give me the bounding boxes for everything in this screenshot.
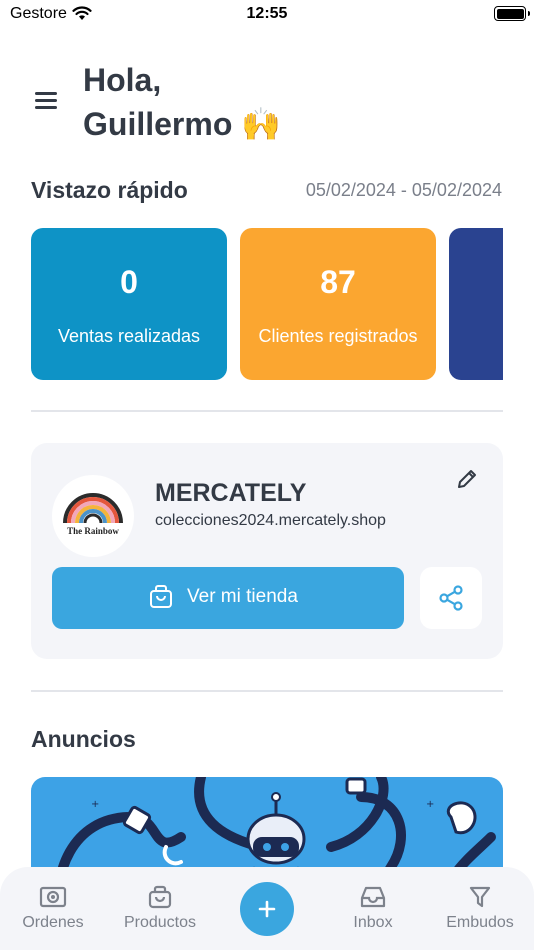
divider [31, 410, 503, 412]
edit-store-button[interactable] [455, 467, 481, 493]
nav-label-funnels: Embudos [446, 914, 514, 931]
nav-label-orders: Ordenes [22, 914, 84, 931]
quick-view-title: Vistazo rápido [31, 177, 188, 203]
logo-text: The Rainbow [67, 526, 119, 536]
store-logo: The Rainbow [52, 475, 134, 557]
nav-item-orders[interactable]: Ordenes [18, 885, 88, 932]
store-url: colecciones2024.mercately.shop [155, 512, 386, 529]
add-button[interactable] [240, 882, 294, 936]
battery-icon [494, 6, 530, 21]
nav-item-products[interactable]: Productos [118, 885, 202, 932]
share-store-button[interactable] [420, 567, 482, 629]
customers-count: 87 [320, 264, 356, 300]
store-card: The Rainbow MERCATELY colecciones2024.me… [31, 443, 503, 659]
stat-card-customers[interactable]: 87 Clientes registrados [240, 228, 436, 380]
announcements-title: Anuncios [31, 726, 136, 752]
date-range-picker[interactable]: 05/02/2024 - 05/02/2024 [306, 180, 502, 201]
clock: 12:55 [246, 5, 288, 22]
view-store-button[interactable]: Ver mi tienda [52, 567, 404, 629]
stats-carousel[interactable]: 0 Ventas realizadas 87 Clientes registra… [31, 228, 503, 380]
svg-text:+: + [91, 799, 99, 810]
nav-item-inbox[interactable]: Inbox [343, 885, 403, 932]
view-store-label: Ver mi tienda [187, 586, 298, 607]
status-bar: Gestore 12:55 [0, 0, 534, 30]
share-icon [439, 585, 463, 611]
divider [31, 690, 503, 692]
customers-label: Clientes registrados [258, 326, 418, 346]
svg-text:+: + [426, 799, 434, 810]
nav-label-products: Productos [123, 914, 197, 931]
pencil-icon [458, 470, 476, 488]
inbox-icon [360, 886, 386, 908]
store-name: MERCATELY [155, 479, 307, 507]
nav-label-inbox: Inbox [353, 914, 393, 931]
greeting-line-2: Guillermo 🙌 [83, 106, 282, 142]
stat-card-partial[interactable] [449, 228, 503, 380]
stat-card-sales[interactable]: 0 Ventas realizadas [31, 228, 227, 380]
greeting: Hola, Guillermo 🙌 [83, 58, 281, 146]
bottom-navigation: Ordenes Productos Inbox Embudos [0, 867, 534, 950]
nav-item-funnels[interactable]: Embudos [440, 885, 520, 932]
orders-icon [39, 886, 67, 908]
hamburger-menu-button[interactable] [33, 90, 59, 112]
sales-count: 0 [120, 264, 138, 300]
sales-label: Ventas realizadas [57, 326, 201, 346]
shopping-bag-icon [150, 585, 172, 608]
greeting-line-1: Hola, [83, 62, 162, 98]
funnel-icon [469, 886, 491, 908]
plus-icon [258, 900, 276, 918]
shopping-bag-icon [148, 885, 172, 909]
